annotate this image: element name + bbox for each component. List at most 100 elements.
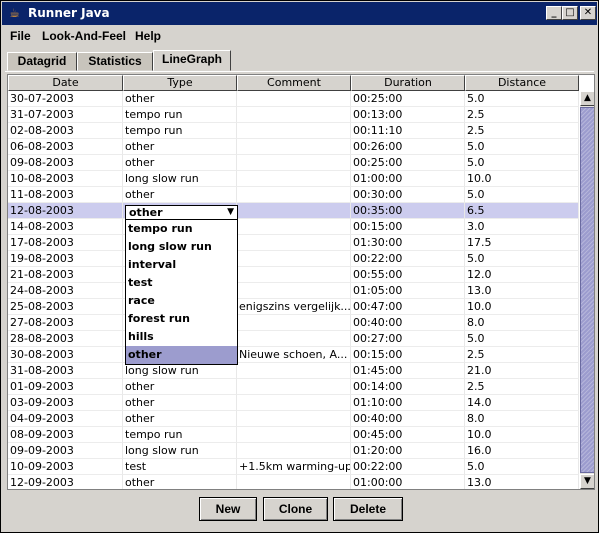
date-cell[interactable]: 30-07-2003: [8, 91, 123, 107]
menu-look-and-feel[interactable]: Look-And-Feel: [42, 29, 126, 43]
date-cell[interactable]: 09-09-2003: [8, 443, 123, 459]
table-row[interactable]: 02-08-2003 tempo run 00:11:10 2.5: [8, 123, 579, 139]
date-cell[interactable]: 25-08-2003: [8, 299, 123, 315]
date-cell[interactable]: 30-08-2003: [8, 347, 123, 363]
vertical-scrollbar[interactable]: ▲ ▼: [580, 91, 594, 489]
distance-cell[interactable]: 13.0: [465, 283, 579, 299]
duration-cell[interactable]: 00:13:00: [351, 107, 465, 123]
date-cell[interactable]: 31-07-2003: [8, 107, 123, 123]
table-row[interactable]: 10-09-2003 test +1.5km warming-up 00:22:00 5…: [8, 459, 579, 475]
tab-datagrid[interactable]: Datagrid: [7, 52, 77, 71]
dropdown-option[interactable]: race: [126, 292, 237, 310]
scroll-down-icon[interactable]: ▼: [580, 474, 594, 489]
table-row[interactable]: 12-09-2003 other 01:00:00 13.0: [8, 475, 579, 489]
table-row[interactable]: 28-08-2003 00:27:00 5.0: [8, 331, 579, 347]
date-cell[interactable]: 02-08-2003: [8, 123, 123, 139]
type-cell[interactable]: other: [123, 379, 237, 395]
date-cell[interactable]: 28-08-2003: [8, 331, 123, 347]
date-cell[interactable]: 27-08-2003: [8, 315, 123, 331]
distance-cell[interactable]: 6.5: [465, 203, 579, 219]
distance-cell[interactable]: 2.5: [465, 107, 579, 123]
comment-cell[interactable]: [237, 331, 351, 347]
type-combobox[interactable]: other ▼: [125, 205, 238, 220]
table-row[interactable]: 17-08-2003 01:30:00 17.5: [8, 235, 579, 251]
duration-cell[interactable]: 01:10:00: [351, 395, 465, 411]
duration-cell[interactable]: 00:25:00: [351, 91, 465, 107]
distance-cell[interactable]: 5.0: [465, 155, 579, 171]
menu-file[interactable]: File: [10, 29, 31, 43]
table-row[interactable]: 09-09-2003 long slow run 01:20:00 16.0: [8, 443, 579, 459]
type-cell[interactable]: other: [123, 187, 237, 203]
column-header-date[interactable]: Date: [8, 75, 123, 91]
type-cell[interactable]: tempo run: [123, 123, 237, 139]
date-cell[interactable]: 19-08-2003: [8, 251, 123, 267]
table-row[interactable]: 31-07-2003 tempo run 00:13:00 2.5: [8, 107, 579, 123]
close-icon[interactable]: ✕: [580, 6, 596, 20]
dropdown-option[interactable]: tempo run: [126, 220, 237, 238]
table-row[interactable]: 09-08-2003 other 00:25:00 5.0: [8, 155, 579, 171]
table-row[interactable]: 03-09-2003 other 01:10:00 14.0: [8, 395, 579, 411]
duration-cell[interactable]: 00:40:00: [351, 315, 465, 331]
table-row[interactable]: 11-08-2003 other 00:30:00 5.0: [8, 187, 579, 203]
new-button[interactable]: New: [199, 497, 257, 521]
title-bar[interactable]: ☕ Runner Java _ □ ✕: [2, 2, 597, 25]
duration-cell[interactable]: 01:00:00: [351, 171, 465, 187]
comment-cell[interactable]: [237, 427, 351, 443]
table-row[interactable]: 08-09-2003 tempo run 00:45:00 10.0: [8, 427, 579, 443]
duration-cell[interactable]: 00:47:00: [351, 299, 465, 315]
date-cell[interactable]: 21-08-2003: [8, 267, 123, 283]
duration-cell[interactable]: 01:20:00: [351, 443, 465, 459]
type-cell[interactable]: other: [123, 139, 237, 155]
distance-cell[interactable]: 10.0: [465, 427, 579, 443]
comment-cell[interactable]: [237, 171, 351, 187]
distance-cell[interactable]: 21.0: [465, 363, 579, 379]
duration-cell[interactable]: 01:05:00: [351, 283, 465, 299]
distance-cell[interactable]: 2.5: [465, 347, 579, 363]
date-cell[interactable]: 03-09-2003: [8, 395, 123, 411]
table-row[interactable]: 24-08-2003 01:05:00 13.0: [8, 283, 579, 299]
date-cell[interactable]: 09-08-2003: [8, 155, 123, 171]
comment-cell[interactable]: [237, 379, 351, 395]
comment-cell[interactable]: [237, 475, 351, 489]
type-cell[interactable]: other: [123, 475, 237, 489]
comment-cell[interactable]: [237, 187, 351, 203]
menu-help[interactable]: Help: [135, 29, 161, 43]
comment-cell[interactable]: [237, 267, 351, 283]
table-row[interactable]: 14-08-2003 00:15:00 3.0: [8, 219, 579, 235]
date-cell[interactable]: 11-08-2003: [8, 187, 123, 203]
table-row[interactable]: 19-08-2003 00:22:00 5.0: [8, 251, 579, 267]
distance-cell[interactable]: 5.0: [465, 459, 579, 475]
duration-cell[interactable]: 00:40:00: [351, 411, 465, 427]
table-row[interactable]: 31-08-2003 long slow run 01:45:00 21.0: [8, 363, 579, 379]
column-header-duration[interactable]: Duration: [351, 75, 465, 91]
dropdown-option[interactable]: interval: [126, 256, 237, 274]
comment-cell[interactable]: [237, 443, 351, 459]
distance-cell[interactable]: 12.0: [465, 267, 579, 283]
duration-cell[interactable]: 00:22:00: [351, 459, 465, 475]
comment-cell[interactable]: [237, 107, 351, 123]
dropdown-option[interactable]: test: [126, 274, 237, 292]
tab-linegraph[interactable]: LineGraph: [153, 50, 231, 71]
clone-button[interactable]: Clone: [263, 497, 328, 521]
duration-cell[interactable]: 00:14:00: [351, 379, 465, 395]
distance-cell[interactable]: 8.0: [465, 315, 579, 331]
comment-cell[interactable]: [237, 155, 351, 171]
date-cell[interactable]: 01-09-2003: [8, 379, 123, 395]
table-row[interactable]: 30-08-2003 Nieuwe schoen, A... 00:15:00 2.5: [8, 347, 579, 363]
chevron-down-icon[interactable]: ▼: [227, 208, 234, 217]
distance-cell[interactable]: 13.0: [465, 475, 579, 489]
duration-cell[interactable]: 00:45:00: [351, 427, 465, 443]
table-row[interactable]: 27-08-2003 00:40:00 8.0: [8, 315, 579, 331]
duration-cell[interactable]: 01:30:00: [351, 235, 465, 251]
comment-cell[interactable]: [237, 219, 351, 235]
comment-cell[interactable]: [237, 203, 351, 219]
duration-cell[interactable]: 01:00:00: [351, 475, 465, 489]
distance-cell[interactable]: 3.0: [465, 219, 579, 235]
type-cell[interactable]: long slow run: [123, 443, 237, 459]
comment-cell[interactable]: [237, 139, 351, 155]
type-cell[interactable]: long slow run: [123, 363, 237, 379]
dropdown-option[interactable]: other: [126, 346, 237, 364]
date-cell[interactable]: 17-08-2003: [8, 235, 123, 251]
scrollbar-thumb[interactable]: [580, 107, 594, 473]
scroll-up-icon[interactable]: ▲: [580, 91, 594, 106]
